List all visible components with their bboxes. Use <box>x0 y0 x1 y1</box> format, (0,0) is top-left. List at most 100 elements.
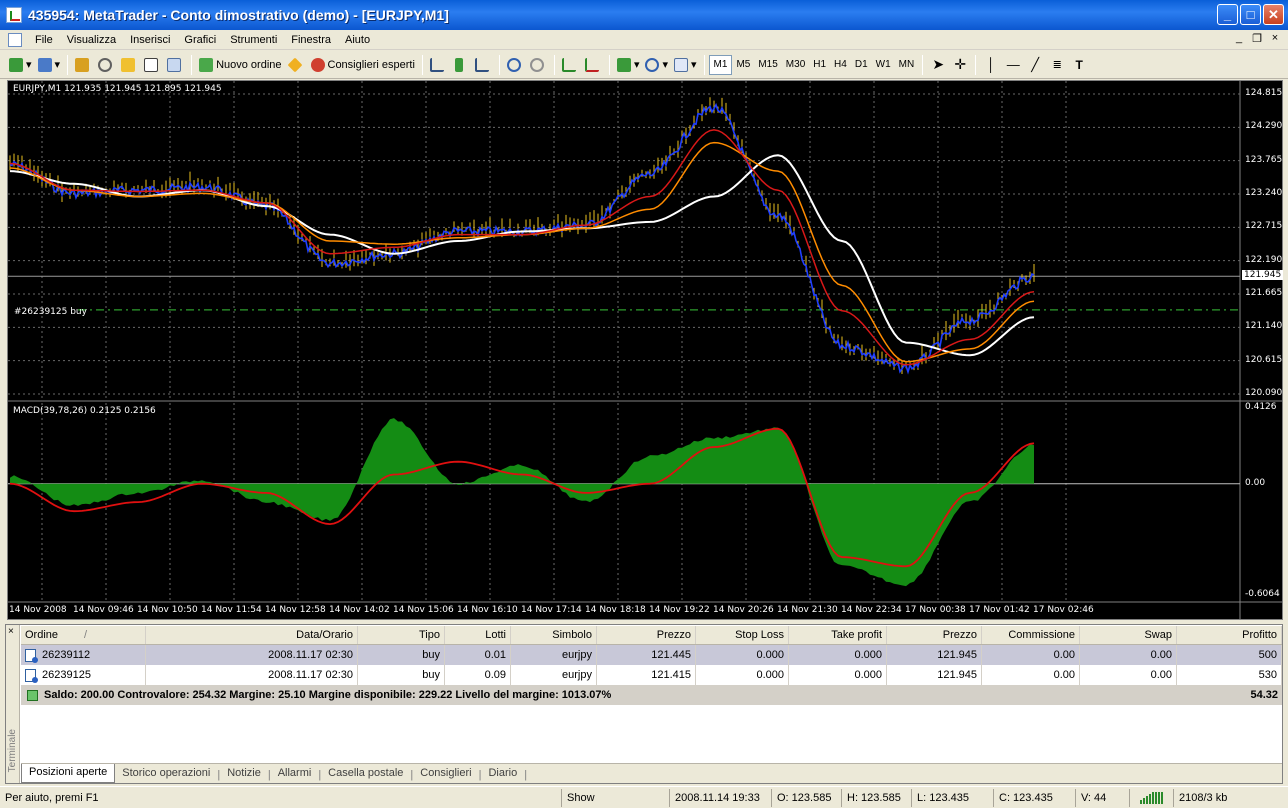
vertical-line-button[interactable]: │ <box>980 54 1002 76</box>
timeframe-d1-button[interactable]: D1 <box>851 55 872 75</box>
chart-shift-button[interactable] <box>582 54 605 76</box>
col-header[interactable]: Simbolo <box>511 626 597 644</box>
table-cell: 121.945 <box>887 645 982 665</box>
time-tick-label: 17 Nov 01:42 <box>969 605 1030 615</box>
table-cell: 0.000 <box>789 665 887 685</box>
text-tool-button[interactable]: T <box>1068 54 1090 76</box>
col-header[interactable]: Stop Loss <box>696 626 789 644</box>
mdi-close-button[interactable]: × <box>1268 32 1282 45</box>
col-header[interactable]: Profitto <box>1177 626 1282 644</box>
tab-journal[interactable]: Diario <box>481 765 524 783</box>
status-close: C: 123.435 <box>994 788 1076 807</box>
timeframe-h4-button[interactable]: H4 <box>830 55 851 75</box>
indicators-button[interactable]: ▾ <box>614 54 643 76</box>
toolbar-separator <box>975 54 977 75</box>
templates-button[interactable]: ▾ <box>671 54 700 76</box>
status-low: L: 123.435 <box>912 788 994 807</box>
table-row[interactable]: 26239125 2008.11.17 02:30 buy 0.09 eurjp… <box>21 665 1282 685</box>
col-header[interactable]: Prezzo <box>887 626 982 644</box>
minimize-button[interactable]: _ <box>1217 4 1238 25</box>
zoom-out-icon <box>529 57 544 72</box>
menu-file[interactable]: File <box>28 34 60 46</box>
table-row[interactable]: 26239112 2008.11.17 02:30 buy 0.01 eurjp… <box>21 645 1282 665</box>
price-tick-label: 123.765 <box>1245 154 1283 165</box>
tab-history[interactable]: Storico operazioni <box>115 765 217 783</box>
col-header[interactable]: Prezzo <box>597 626 696 644</box>
timeframe-m15-button[interactable]: M15 <box>754 55 781 75</box>
tester-button[interactable] <box>164 54 187 76</box>
navigator-button[interactable] <box>95 54 118 76</box>
menu-help[interactable]: Aiuto <box>338 34 377 46</box>
status-profile[interactable]: Show <box>562 788 670 807</box>
timeframe-mn-button[interactable]: MN <box>895 55 919 75</box>
line-chart-button[interactable] <box>472 54 495 76</box>
table-cell: 0.09 <box>445 665 511 685</box>
terminal-window-icon <box>144 57 159 72</box>
connection-indicator[interactable] <box>1130 788 1174 807</box>
candlestick-button[interactable] <box>450 54 472 76</box>
chart-window-icon[interactable] <box>8 32 22 47</box>
maximize-button[interactable]: □ <box>1240 4 1261 25</box>
ma-slow-line <box>9 154 1035 357</box>
tab-experts[interactable]: Consiglieri <box>413 765 478 783</box>
favorites-button[interactable] <box>118 54 141 76</box>
mdi-restore-button[interactable]: ❐ <box>1250 32 1264 45</box>
chart-window[interactable]: EURJPY,M1 121.935 121.945 121.895 121.94… <box>7 80 1284 620</box>
time-tick-label: 14 Nov 14:02 <box>329 605 390 615</box>
tab-alerts[interactable]: Allarmi <box>271 765 319 783</box>
col-header[interactable]: Ordine / <box>21 626 146 644</box>
terminal-close-icon[interactable]: × <box>8 626 14 637</box>
timeframe-w1-button[interactable]: W1 <box>872 55 895 75</box>
menu-insert[interactable]: Inserisci <box>123 34 177 46</box>
order-icon <box>25 648 38 663</box>
tab-news[interactable]: Notizie <box>220 765 268 783</box>
table-cell: eurjpy <box>511 645 597 665</box>
horizontal-line-button[interactable]: — <box>1002 54 1024 76</box>
time-tick-label: 14 Nov 09:46 <box>73 605 134 615</box>
cursor-tool-button[interactable]: ➤ <box>927 54 949 76</box>
menu-charts[interactable]: Grafici <box>177 34 223 46</box>
auto-scroll-button[interactable] <box>559 54 582 76</box>
close-button[interactable]: ✕ <box>1263 4 1284 25</box>
timeframe-m30-button[interactable]: M30 <box>782 55 809 75</box>
vertical-line-icon: │ <box>987 57 996 72</box>
toolbar-separator <box>608 54 610 75</box>
time-tick-label: 14 Nov 22:34 <box>841 605 902 615</box>
menu-window[interactable]: Finestra <box>284 34 338 46</box>
order-icon <box>25 668 38 683</box>
col-header[interactable]: Tipo <box>358 626 445 644</box>
tab-open-positions[interactable]: Posizioni aperte <box>21 764 116 783</box>
fibonacci-button[interactable]: ≣ <box>1046 54 1068 76</box>
menu-view[interactable]: Visualizza <box>60 34 123 46</box>
bar-chart-button[interactable] <box>427 54 450 76</box>
col-header[interactable]: Commissione <box>982 626 1080 644</box>
meta-editor-button[interactable] <box>285 54 308 76</box>
price-tick-label: 122.190 <box>1245 254 1283 265</box>
terminal-button[interactable] <box>141 54 164 76</box>
zoom-in-icon <box>506 57 521 72</box>
mdi-minimize-button[interactable]: _ <box>1232 32 1246 45</box>
market-watch-button[interactable] <box>72 54 95 76</box>
timeframe-h1-button[interactable]: H1 <box>809 55 830 75</box>
trendline-button[interactable]: ╱ <box>1024 54 1046 76</box>
crosshair-tool-button[interactable]: ✛ <box>949 54 971 76</box>
terminal-panel: × Terminale Ordine / Data/Orario Tipo Lot… <box>5 624 1283 784</box>
price-chart[interactable] <box>8 81 1282 619</box>
col-header[interactable]: Lotti <box>445 626 511 644</box>
new-order-button[interactable]: Nuovo ordine <box>196 54 284 76</box>
timeframe-m1-button[interactable]: M1 <box>708 54 733 75</box>
zoom-out-button[interactable] <box>527 54 550 76</box>
timeframe-m5-button[interactable]: M5 <box>732 55 754 75</box>
macd-tick-label: 0.00 <box>1245 477 1266 488</box>
zoom-in-button[interactable] <box>504 54 527 76</box>
new-chart-button[interactable]: ▾ <box>6 54 35 76</box>
periods-button[interactable]: ▾ <box>642 54 671 76</box>
col-header[interactable]: Data/Orario <box>146 626 358 644</box>
expert-advisors-button[interactable]: Consiglieri esperti <box>308 54 418 76</box>
col-header[interactable]: Swap <box>1080 626 1177 644</box>
time-tick-label: 14 Nov 11:54 <box>201 605 262 615</box>
col-header[interactable]: Take profit <box>789 626 887 644</box>
menu-tools[interactable]: Strumenti <box>223 34 284 46</box>
profiles-button[interactable]: ▾ <box>35 54 64 76</box>
tab-mailbox[interactable]: Casella postale <box>321 765 410 783</box>
